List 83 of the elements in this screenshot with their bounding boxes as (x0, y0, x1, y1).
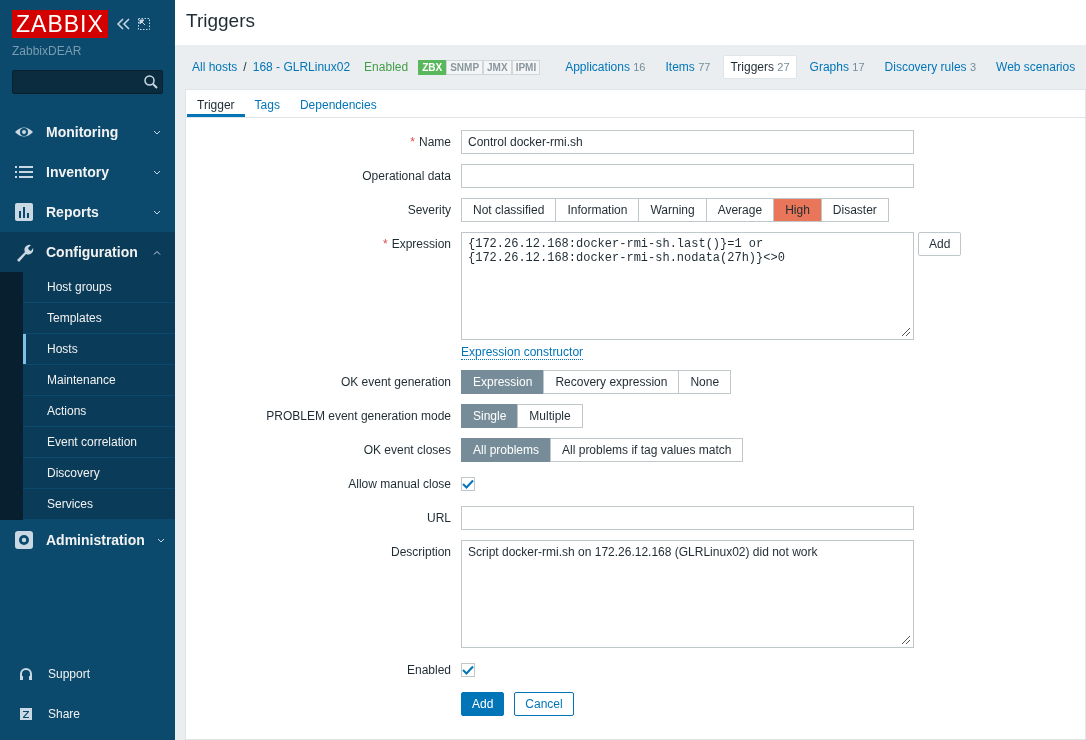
breadcrumb-separator: / (243, 60, 247, 74)
menu-item[interactable]: Inventory (0, 152, 175, 192)
submenu-item[interactable]: Host groups (23, 272, 175, 303)
segment-option[interactable]: Multiple (517, 404, 583, 428)
field-label: OK event closes (363, 442, 451, 459)
chevron-up-icon (153, 249, 161, 255)
headset-icon (18, 667, 34, 681)
field-label: Operational data (362, 168, 451, 185)
menu-item[interactable]: Configuration (0, 232, 175, 272)
interface-badge: ZBX (418, 59, 447, 75)
description-field[interactable]: Script docker-rmi.sh on 172.26.12.168 (GLRLinux02) did not work (461, 540, 914, 648)
submenu-item[interactable]: Services (23, 489, 175, 520)
interface-badge: SNMP (446, 59, 484, 75)
field-label: PROBLEM event generation mode (266, 408, 451, 425)
chevron-down-icon (153, 169, 161, 175)
chevron-down-icon (153, 129, 161, 135)
expression-constructor-link[interactable]: Expression constructor (461, 345, 584, 360)
submenu-item[interactable]: Event correlation (23, 427, 175, 458)
checkbox[interactable] (461, 477, 475, 491)
segment-option[interactable]: Not classified (461, 198, 557, 222)
submenu-item[interactable]: Discovery (23, 458, 175, 489)
share-icon (18, 707, 34, 721)
cancel-button[interactable]: Cancel (514, 692, 574, 716)
field-label: Description (390, 544, 451, 561)
segment-option[interactable]: Warning (638, 198, 707, 222)
chevron-down-icon (153, 209, 161, 215)
logo[interactable]: ZABBIX (12, 10, 108, 38)
text-field[interactable] (461, 506, 914, 530)
menu-item[interactable]: Reports (0, 192, 175, 232)
resize-grip-icon[interactable] (901, 635, 911, 645)
submenu-item[interactable]: Actions (23, 396, 175, 427)
collapse-icon[interactable] (115, 18, 130, 30)
menu-item[interactable]: Monitoring (0, 112, 175, 152)
required-mark: * (410, 134, 415, 151)
segment-option[interactable]: Disaster (820, 198, 889, 222)
breadcrumb-link[interactable]: 168 - GLRLinux02 (252, 60, 351, 74)
submenu-item[interactable]: Hosts (23, 334, 175, 365)
text-field[interactable] (461, 164, 914, 188)
field-label: URL (427, 510, 451, 527)
page-title: Triggers (175, 0, 1086, 45)
field-label: Name (419, 134, 451, 151)
host-tab[interactable]: Discovery rules 3 (877, 55, 984, 79)
add-expression-button[interactable]: Add (918, 232, 962, 256)
host-tab[interactable]: Items 77 (658, 55, 718, 79)
menu-icon (14, 530, 34, 550)
breadcrumb-link[interactable]: All hosts (192, 60, 238, 74)
form-tab[interactable]: Dependencies (289, 90, 387, 117)
submenu-item[interactable]: Maintenance (23, 365, 175, 396)
required-mark: * (382, 236, 388, 253)
interface-badge: JMX (483, 59, 512, 75)
host-tab[interactable]: Web scenarios (989, 55, 1083, 79)
server-name: ZabbixDEAR (12, 44, 83, 58)
host-tab[interactable]: Triggers 27 (723, 55, 797, 79)
submenu-item[interactable]: Templates (23, 303, 175, 334)
kiosk-mode-icon[interactable] (137, 18, 150, 30)
segment-option[interactable]: High (773, 198, 822, 222)
form-tab[interactable]: Trigger (187, 90, 245, 117)
interface-badge: IPMI (511, 59, 541, 75)
field-label: Allow manual close (348, 476, 451, 493)
expression-field[interactable]: {172.26.12.168:docker-rmi-sh.last()}=1 or {172.26.12.168:docker-rmi-sh.nodata(27h)}<>0 (461, 232, 914, 340)
field-label: OK event generation (340, 374, 451, 391)
segment-option[interactable]: None (678, 370, 732, 394)
resize-grip-icon[interactable] (901, 327, 911, 337)
add-button[interactable]: Add (461, 692, 505, 716)
segment-option[interactable]: Recovery expression (543, 370, 680, 394)
text-field[interactable]: Control docker-rmi.sh (461, 130, 914, 154)
field-label: Enabled (406, 662, 451, 679)
footer-link[interactable]: Support (0, 654, 175, 694)
menu-icon (14, 202, 34, 222)
search-icon[interactable] (144, 75, 158, 89)
menu-item[interactable]: Administration (0, 520, 175, 560)
footer-link[interactable]: Share (0, 694, 175, 734)
chevron-down-icon (156, 537, 165, 543)
field-label: Severity (407, 202, 451, 219)
segment-option[interactable]: All problems if tag values match (550, 438, 744, 462)
segment-option[interactable]: Average (705, 198, 775, 222)
host-tab[interactable]: Graphs 17 (802, 55, 872, 79)
search-field[interactable] (12, 70, 163, 94)
checkbox[interactable] (461, 663, 475, 677)
field-label: Expression (391, 236, 451, 253)
host-tab[interactable]: Applications 16 (558, 55, 653, 79)
form-tab[interactable]: Tags (244, 90, 290, 117)
segment-option[interactable]: Information (555, 198, 640, 222)
